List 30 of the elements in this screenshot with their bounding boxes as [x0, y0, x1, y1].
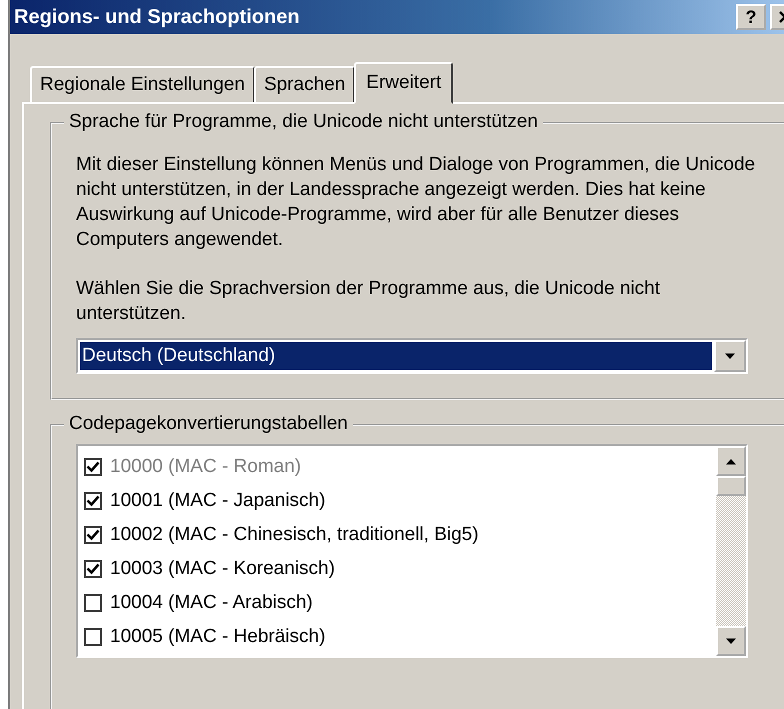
dropdown-arrow-button[interactable]: [714, 340, 746, 372]
list-item-label: 10004 (MAC - Arabisch): [110, 592, 313, 614]
checkbox[interactable]: [84, 492, 102, 510]
down-arrow-icon: [724, 352, 736, 360]
list-item-label: 10003 (MAC - Koreanisch): [110, 558, 335, 580]
scroll-up-button[interactable]: [716, 446, 746, 476]
up-arrow-icon: [725, 458, 737, 464]
scroll-thumb[interactable]: [716, 476, 746, 496]
tab[interactable]: Sprachen: [254, 66, 356, 102]
group-title: Codepagekonvertierungstabellen: [64, 413, 353, 435]
tab[interactable]: Erweitert: [354, 62, 454, 104]
description-text: Mit dieser Einstellung können Menüs und Dialoge von Programmen, die Unicode nicht unterstützen, in der Landessprache angezeigt werden. Dies hat keine Auswirkung auf Unicode-Programme, wird aber für alle Benutzer dieses Computers angewendet.: [76, 153, 756, 252]
checkbox[interactable]: [84, 594, 102, 612]
dropdown-value: Deutsch (Deutschland): [80, 342, 712, 370]
checkbox[interactable]: [84, 526, 102, 544]
prompt-text: Wählen Sie die Sprachversion der Programme aus, die Unicode nicht unterstützen.: [76, 277, 662, 326]
scrollbar[interactable]: [716, 446, 746, 656]
tab[interactable]: Regionale Einstellungen: [30, 66, 255, 102]
window-title: Regions- und Sprachoptionen: [14, 6, 300, 28]
list-item-label: 10000 (MAC - Roman): [110, 456, 302, 478]
scroll-down-button[interactable]: [716, 626, 746, 656]
down-arrow-icon: [725, 638, 737, 644]
list-item-label: 10002 (MAC - Chinesisch, traditionell, Big5): [110, 524, 479, 546]
list-item-label: 10005 (MAC - Hebräisch): [110, 626, 326, 648]
group-title: Sprache für Programme, die Unicode nicht unterstützen: [64, 111, 543, 133]
language-dropdown[interactable]: Deutsch (Deutschland): [76, 338, 748, 374]
checkbox[interactable]: [84, 560, 102, 578]
checkbox[interactable]: [84, 628, 102, 646]
list-item-label: 10001 (MAC - Japanisch): [110, 490, 326, 512]
help-button[interactable]: ?: [736, 4, 766, 30]
